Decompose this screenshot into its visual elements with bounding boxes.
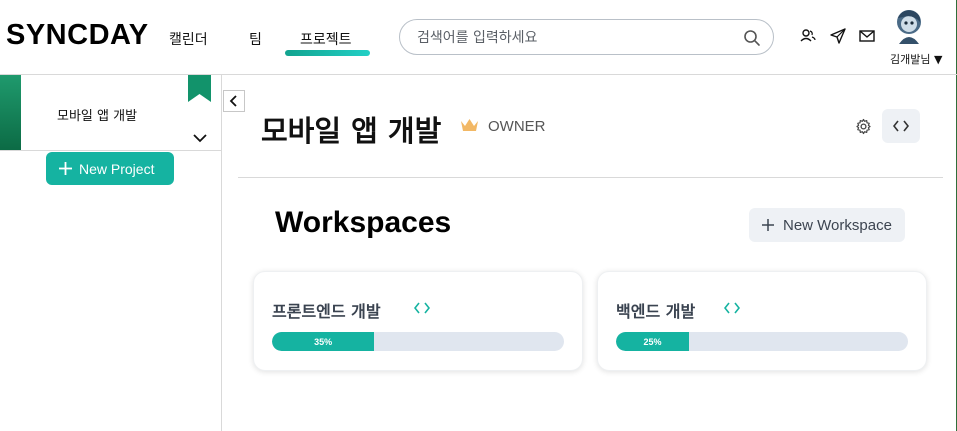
plus-icon	[762, 219, 774, 231]
progress-fill: 25%	[616, 332, 689, 351]
chevron-left-icon	[229, 95, 237, 107]
nav-project[interactable]: 프로젝트	[300, 29, 352, 49]
workspace-card[interactable]: 프론트엔드 개발 35%	[253, 271, 583, 371]
search-input[interactable]	[417, 28, 717, 48]
nav-active-indicator	[285, 50, 370, 56]
role-badge: OWNER	[488, 118, 546, 135]
sidebar-item-label: 모바일 앱 개발	[57, 109, 138, 124]
user-menu[interactable]: 김개발님 ▼	[890, 51, 942, 67]
workspace-name: 프론트엔드 개발	[272, 302, 381, 321]
code-icon[interactable]	[724, 301, 740, 315]
new-workspace-label: New Workspace	[783, 216, 892, 234]
top-header: SYNCDAY 캘린더 팀 프로젝트 검색어를 입력하세요 김개발님 ▼	[0, 0, 957, 75]
code-icon[interactable]	[414, 301, 430, 315]
avatar[interactable]	[893, 8, 925, 44]
collapse-sidebar-button[interactable]	[223, 90, 245, 112]
nav-calendar[interactable]: 캘린더	[169, 29, 208, 49]
plus-icon	[59, 162, 72, 175]
progress-label: 25%	[643, 336, 662, 347]
sidebar-item-project[interactable]: 모바일 앱 개발	[0, 75, 222, 151]
app-window: SYNCDAY 캘린더 팀 프로젝트 검색어를 입력하세요 김개발님 ▼ 모바일…	[0, 0, 957, 431]
new-project-label: New Project	[79, 160, 155, 177]
search-icon[interactable]	[743, 29, 761, 47]
gear-icon[interactable]	[855, 118, 872, 135]
sidebar: 모바일 앱 개발 New Project	[0, 75, 222, 431]
workspace-name: 백엔드 개발	[616, 302, 696, 321]
progress-bar: 35%	[272, 332, 564, 351]
people-icon[interactable]	[799, 27, 817, 45]
page-title: 모바일 앱 개발	[261, 114, 442, 148]
new-workspace-button[interactable]: New Workspace	[749, 208, 905, 242]
nav-team[interactable]: 팀	[249, 29, 262, 49]
search-bar[interactable]	[399, 19, 774, 55]
send-icon[interactable]	[829, 27, 847, 45]
crown-icon	[461, 119, 478, 131]
bookmark-icon[interactable]	[188, 75, 211, 102]
progress-fill: 35%	[272, 332, 375, 351]
progress-label: 35%	[314, 336, 333, 347]
workspaces-heading: Workspaces	[275, 206, 452, 239]
app-logo[interactable]: SYNCDAY	[6, 19, 149, 52]
workspace-card[interactable]: 백엔드 개발 25%	[597, 271, 927, 371]
new-project-button[interactable]: New Project	[46, 152, 174, 185]
code-button[interactable]	[882, 109, 920, 143]
chevron-down-icon[interactable]	[192, 132, 208, 144]
section-divider	[238, 177, 943, 178]
code-icon	[893, 120, 909, 132]
mail-icon[interactable]	[858, 27, 876, 45]
progress-bar: 25%	[616, 332, 908, 351]
selected-accent-bar	[0, 75, 21, 150]
